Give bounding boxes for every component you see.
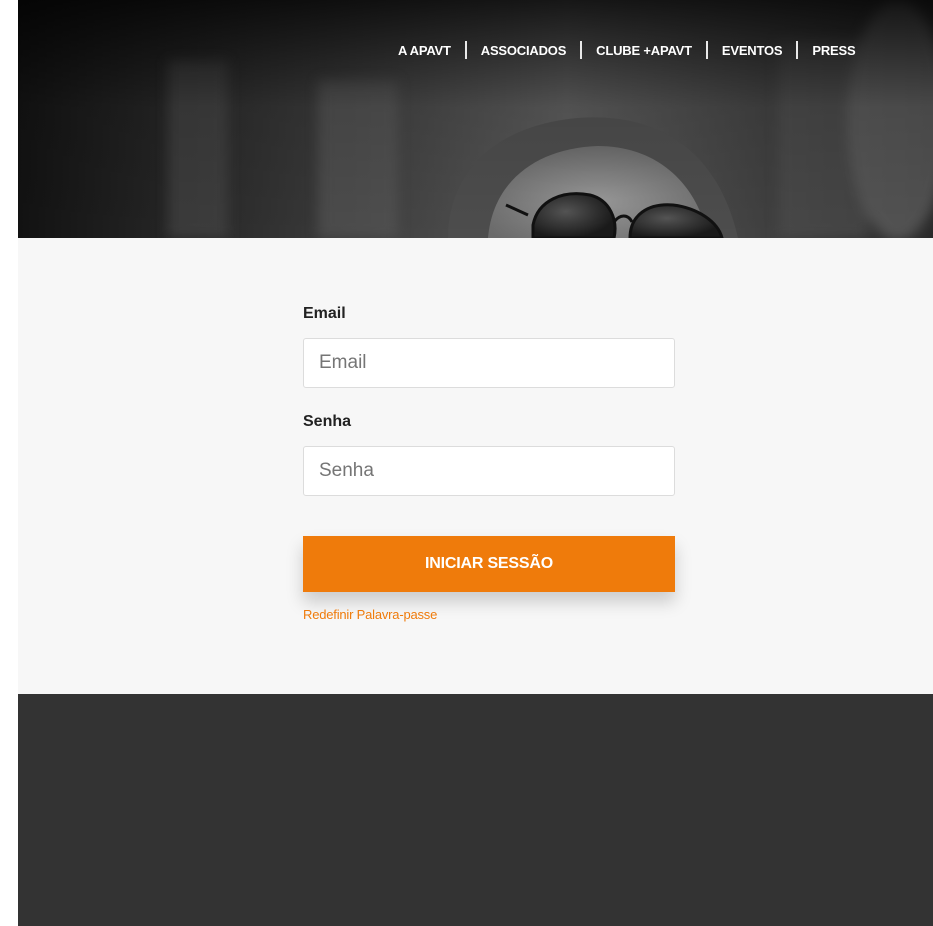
password-field[interactable] xyxy=(303,446,675,496)
footer xyxy=(18,694,933,926)
login-form: Email Senha INICIAR SESSÃO Redefinir Pal… xyxy=(303,304,675,624)
hero-image xyxy=(18,0,933,238)
email-field[interactable] xyxy=(303,338,675,388)
email-label: Email xyxy=(303,305,346,322)
hero-banner: A APAVT ASSOCIADOS CLUBE +APAVT EVENTOS … xyxy=(18,0,933,238)
nav-divider xyxy=(705,41,708,59)
page: A APAVT ASSOCIADOS CLUBE +APAVT EVENTOS … xyxy=(0,0,933,926)
reset-password-link[interactable]: Redefinir Palavra-passe xyxy=(303,607,437,622)
nav-item-clube-apavt[interactable]: CLUBE +APAVT xyxy=(596,43,692,58)
nav-item-a-apavt[interactable]: A APAVT xyxy=(398,43,451,58)
login-button[interactable]: INICIAR SESSÃO xyxy=(303,536,675,592)
main-nav: A APAVT ASSOCIADOS CLUBE +APAVT EVENTOS … xyxy=(398,39,856,61)
nav-divider xyxy=(464,41,467,59)
nav-divider xyxy=(796,41,799,59)
nav-divider xyxy=(580,41,583,59)
nav-item-press[interactable]: PRESS xyxy=(812,43,855,58)
nav-item-associados[interactable]: ASSOCIADOS xyxy=(481,43,567,58)
login-section: Email Senha INICIAR SESSÃO Redefinir Pal… xyxy=(18,238,933,694)
password-label: Senha xyxy=(303,413,352,430)
nav-item-eventos[interactable]: EVENTOS xyxy=(722,43,783,58)
